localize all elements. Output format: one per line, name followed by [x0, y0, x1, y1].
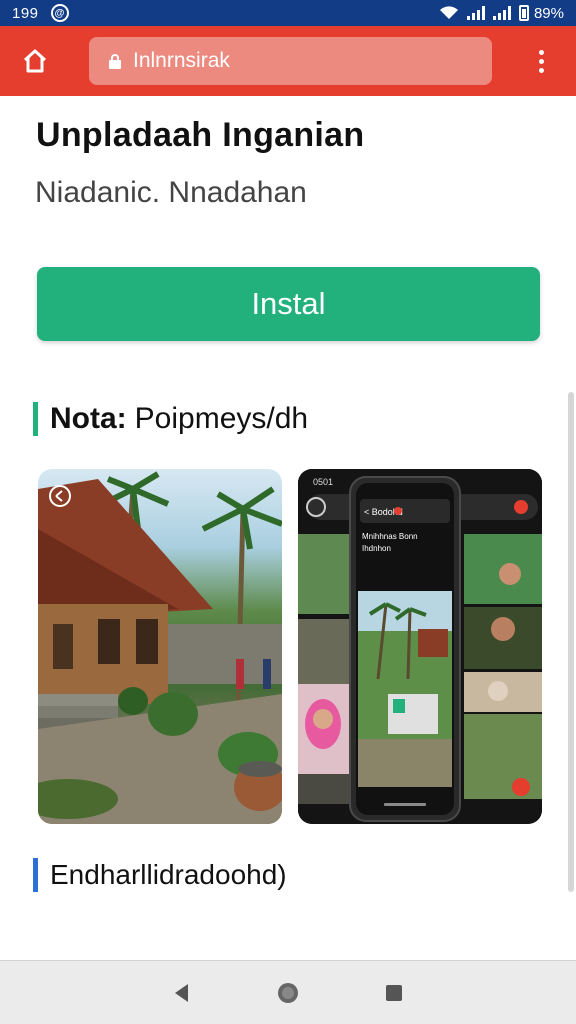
signal-icon [466, 6, 485, 20]
browser-toolbar: Inlnrnsirak [0, 26, 576, 96]
status-icons: 89% [439, 5, 564, 22]
nav-back-icon[interactable] [172, 982, 192, 1004]
nav-recents-icon[interactable] [384, 983, 404, 1003]
app-subtitle: Niadanic. Nnadahan [35, 176, 307, 209]
village-house-image [38, 471, 282, 824]
notification-icon: @ [50, 4, 69, 22]
preview-status-time: 0501 [313, 477, 333, 487]
page-content: Unpladaah Inganian Niadanic. Nnadahan In… [0, 96, 576, 960]
status-time: 199 [12, 4, 39, 22]
more-accent-bar [33, 858, 38, 892]
home-icon [23, 49, 47, 73]
app-preview-image: 0501 < Bodohd Mnihhnas Bonn Ihdnhon [298, 469, 542, 824]
more-vert-icon[interactable] [526, 46, 556, 76]
scrollbar[interactable] [568, 392, 574, 892]
notes-value: Poipmeys/dh [134, 402, 309, 435]
notes-heading: Nota: Poipmeys/dh [33, 402, 308, 436]
more-label: Endharllidradoohd) [50, 859, 287, 890]
wifi-icon [439, 6, 458, 20]
status-bar: 199 @ 89% [0, 0, 576, 26]
nav-home-icon[interactable] [276, 981, 300, 1005]
signal-2-icon [492, 6, 511, 20]
battery-indicator: 89% [518, 4, 564, 22]
notes-label: Nota: [50, 402, 127, 435]
battery-icon [518, 5, 529, 21]
screenshot-1[interactable] [38, 469, 282, 824]
more-heading: Endharllidradoohd) [33, 858, 287, 892]
lock-icon [109, 53, 121, 69]
notes-accent-bar [33, 402, 38, 436]
screenshot-2[interactable]: 0501 < Bodohd Mnihhnas Bonn Ihdnhon [298, 469, 542, 824]
system-nav-bar [0, 960, 576, 1024]
app-title: Unpladaah Inganian [36, 116, 365, 154]
url-text: Inlnrnsirak [133, 49, 230, 72]
battery-percent: 89% [533, 4, 564, 22]
home-button[interactable] [0, 26, 70, 96]
url-bar[interactable]: Inlnrnsirak [89, 37, 492, 85]
install-button[interactable]: Instal [37, 267, 540, 341]
